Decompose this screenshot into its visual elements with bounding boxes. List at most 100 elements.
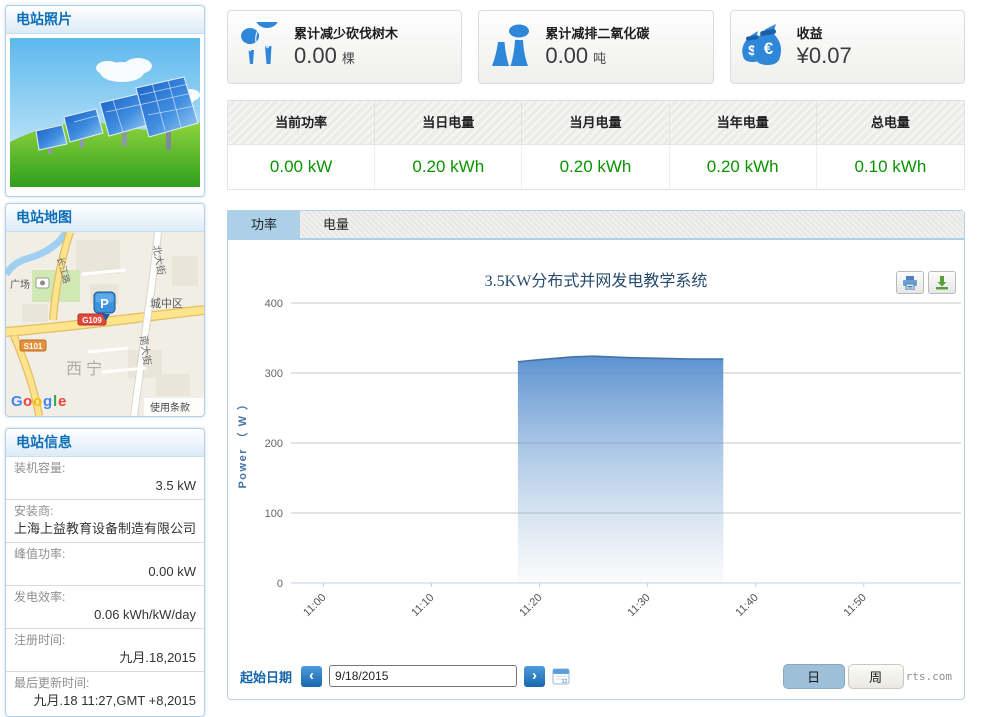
- info-label: 装机容量:: [14, 460, 196, 476]
- money-bags-icon: $ €: [731, 22, 797, 72]
- card-value: 0.00: [545, 43, 588, 69]
- station-info-panel: 电站信息 装机容量: 3.5 kW 安装商: 上海上益教育设备制造有限公司 峰值…: [5, 428, 205, 717]
- info-row-installer: 安装商: 上海上益教育设备制造有限公司: [6, 500, 204, 543]
- stats-header-yearly-energy: 当年电量: [670, 101, 817, 145]
- summary-cards: 累计减少砍伐树木 0.00 棵 累计减排二氧化碳 0.00 吨: [227, 10, 965, 84]
- info-label: 峰值功率:: [14, 546, 196, 562]
- station-map[interactable]: G109 S101 长江路 北大街 南大街 城中区 广场 西宁 P: [6, 232, 204, 416]
- svg-text:200: 200: [265, 438, 283, 450]
- svg-text:l: l: [53, 393, 57, 410]
- svg-text:11:40: 11:40: [733, 592, 760, 619]
- station-map-panel: 电站地图: [5, 203, 205, 417]
- trees-icon: [228, 22, 294, 72]
- stats-value-total-energy: 0.10 kWh: [817, 145, 964, 189]
- info-row-efficiency: 发电效率: 0.06 kWh/kW/day: [6, 586, 204, 629]
- card-co2-reduced: 累计减排二氧化碳 0.00 吨: [478, 10, 713, 84]
- svg-text:e: e: [58, 393, 66, 410]
- info-label: 发电效率:: [14, 589, 196, 605]
- info-row-capacity: 装机容量: 3.5 kW: [6, 457, 204, 500]
- svg-text:€: €: [763, 39, 773, 58]
- tab-energy[interactable]: 电量: [300, 211, 372, 238]
- svg-text:S101: S101: [24, 342, 43, 351]
- info-row-last-update: 最后更新时间: 九月.18 11:27,GMT +8,2015: [6, 672, 204, 714]
- stats-header-daily-energy: 当日电量: [375, 101, 522, 145]
- map-panel-title: 电站地图: [6, 204, 204, 232]
- svg-text:11:10: 11:10: [409, 592, 436, 619]
- svg-text:11:30: 11:30: [625, 592, 652, 619]
- stats-value-current-power: 0.00 kW: [228, 145, 375, 189]
- station-photo-panel: 电站照片: [5, 5, 205, 197]
- svg-text:0: 0: [277, 578, 283, 590]
- google-logo: G o o g l e: [11, 393, 66, 410]
- map-label-district: 城中区: [150, 297, 183, 310]
- route-badge-g109: G109: [78, 314, 106, 325]
- info-label: 注册时间:: [14, 632, 196, 648]
- stats-header-monthly-energy: 当月电量: [522, 101, 669, 145]
- card-label: 累计减排二氧化碳: [545, 25, 649, 43]
- svg-text:11:00: 11:00: [301, 592, 328, 619]
- power-area-chart: 010020030040011:0011:1011:2011:3011:4011…: [228, 240, 964, 653]
- solar-panels-photo: [10, 38, 200, 187]
- download-chart-button[interactable]: [928, 271, 956, 294]
- calendar-icon: 12: [552, 667, 570, 685]
- svg-text:G109: G109: [82, 316, 102, 325]
- svg-text:100: 100: [265, 508, 283, 520]
- svg-text:300: 300: [265, 368, 283, 380]
- prev-day-button[interactable]: ‹: [301, 666, 322, 687]
- info-value: 0.00 kW: [14, 562, 196, 581]
- day-view-button[interactable]: 日: [783, 664, 845, 689]
- svg-text:400: 400: [265, 298, 283, 310]
- svg-text:使用条款: 使用条款: [150, 401, 190, 414]
- card-value: ¥0.07: [797, 43, 852, 69]
- info-value: 3.5 kW: [14, 476, 196, 495]
- energy-stats-table: 当前功率 当日电量 当月电量 当年电量 总电量 0.00 kW 0.20 kWh…: [227, 100, 965, 190]
- print-chart-button[interactable]: [896, 271, 924, 294]
- photo-panel-title: 电站照片: [6, 6, 204, 34]
- download-icon: [935, 276, 949, 290]
- cooling-towers-icon: [479, 22, 545, 72]
- svg-text:P: P: [100, 296, 109, 311]
- printer-icon: [902, 276, 918, 290]
- stats-value-monthly-energy: 0.20 kWh: [522, 145, 669, 189]
- info-value: 九月.18 11:27,GMT +8,2015: [14, 691, 196, 710]
- svg-text:Power （ W ）: Power （ W ）: [236, 397, 249, 488]
- svg-text:11:20: 11:20: [517, 592, 544, 619]
- map-terms-link[interactable]: 使用条款: [144, 398, 204, 416]
- camera-icon: [36, 278, 49, 288]
- svg-text:3.5KW分布式并网发电教学系统: 3.5KW分布式并网发电教学系统: [485, 272, 708, 290]
- start-date-input[interactable]: [329, 665, 517, 687]
- chart-tab-strip: 功率 电量: [228, 211, 964, 240]
- next-day-button[interactable]: ›: [524, 666, 545, 687]
- card-unit: 棵: [342, 48, 355, 67]
- svg-text:12: 12: [561, 679, 567, 685]
- svg-text:o: o: [33, 393, 42, 410]
- info-panel-title: 电站信息: [6, 429, 204, 457]
- station-photo: [6, 34, 204, 196]
- svg-text:o: o: [23, 393, 32, 410]
- info-label: 安装商:: [14, 503, 196, 519]
- calendar-picker-button[interactable]: 12: [552, 667, 570, 685]
- card-unit: 吨: [593, 48, 606, 67]
- week-view-button[interactable]: 周: [848, 664, 904, 689]
- map-label-city: 西宁: [66, 360, 106, 378]
- stats-header-current-power: 当前功率: [228, 101, 375, 145]
- info-label: 最后更新时间:: [14, 675, 196, 691]
- tab-power[interactable]: 功率: [228, 211, 300, 238]
- card-value: 0.00: [294, 43, 337, 69]
- info-value: 上海上益教育设备制造有限公司: [14, 519, 196, 538]
- svg-text:G: G: [11, 393, 23, 410]
- info-row-registered: 注册时间: 九月.18,2015: [6, 629, 204, 672]
- map-label-square: 广场: [10, 278, 30, 291]
- chart-watermark: rts.com: [906, 670, 952, 683]
- route-badge-s101: S101: [20, 340, 46, 351]
- card-label: 累计减少砍伐树木: [294, 25, 398, 43]
- chart-panel: 功率 电量 0 100 200 300 400 11:00 11:10 11:20 11:30 1…: [227, 210, 965, 700]
- stats-header-total-energy: 总电量: [817, 101, 964, 145]
- card-trees-saved: 累计减少砍伐树木 0.00 棵: [227, 10, 462, 84]
- info-value: 0.06 kWh/kW/day: [14, 605, 196, 624]
- card-label: 收益: [797, 25, 857, 43]
- stats-value-yearly-energy: 0.20 kWh: [670, 145, 817, 189]
- svg-text:g: g: [43, 393, 52, 410]
- start-date-label: 起始日期: [240, 667, 292, 686]
- chart-controls: 起始日期 ‹ › 12 日 周 rts.com: [228, 653, 964, 699]
